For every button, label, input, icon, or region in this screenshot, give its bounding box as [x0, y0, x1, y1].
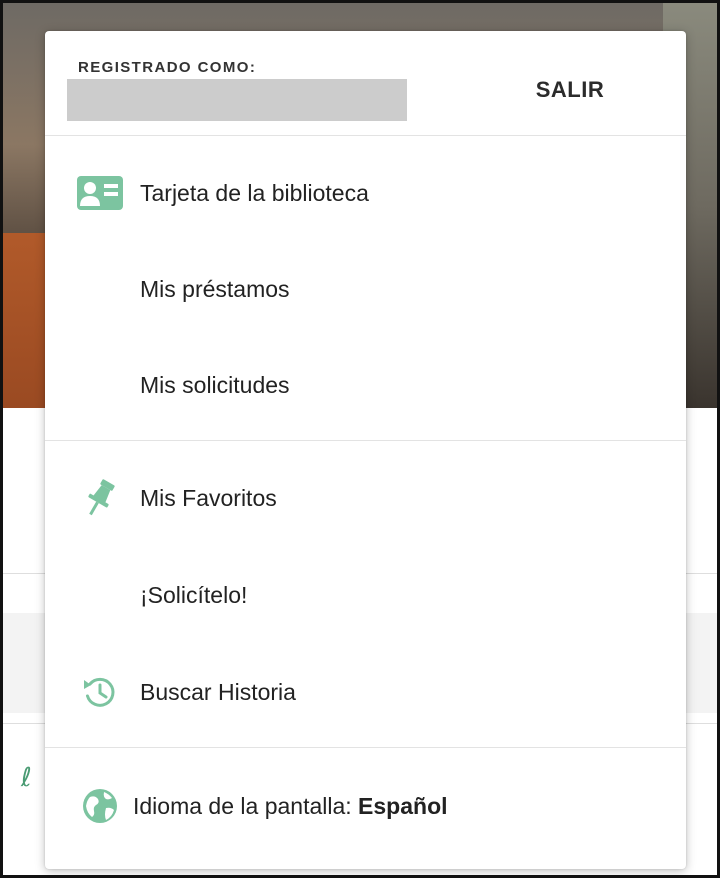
menu-item-my-requests[interactable]: Mis solicitudes	[45, 356, 686, 414]
link-icon: ℓ	[21, 763, 32, 793]
history-icon	[77, 672, 123, 712]
library-card-icon	[77, 173, 123, 213]
menu-item-favorites[interactable]: Mis Favoritos	[45, 469, 686, 527]
menu-item-label: Mis préstamos	[140, 275, 290, 302]
menu-item-label: Tarjeta de la biblioteca	[140, 179, 369, 206]
user-menu-header: REGISTRADO COMO: SALIR	[45, 31, 686, 135]
menu-item-request-it[interactable]: ¡Solicítelo!	[45, 566, 686, 624]
language-prefix: Idioma de la pantalla:	[133, 792, 359, 819]
menu-item-label: Buscar Historia	[140, 678, 296, 705]
screenshot-frame: ℓ REGISTRADO COMO: SALIR Tarjeta de la b…	[0, 0, 720, 878]
menu-item-display-language[interactable]: Idioma de la pantalla: Español	[45, 777, 686, 835]
username-redacted	[67, 79, 407, 121]
language-value: Español	[358, 792, 448, 819]
registered-as-label: REGISTRADO COMO:	[78, 59, 257, 76]
pushpin-icon	[77, 478, 123, 518]
menu-item-label: Mis solicitudes	[140, 371, 290, 398]
menu-item-search-history[interactable]: Buscar Historia	[45, 663, 686, 721]
menu-item-my-loans[interactable]: Mis préstamos	[45, 260, 686, 318]
menu-item-label: Mis Favoritos	[140, 484, 277, 511]
user-menu-dropdown: REGISTRADO COMO: SALIR Tarjeta de la bib…	[45, 31, 686, 869]
menu-item-library-card[interactable]: Tarjeta de la biblioteca	[45, 164, 686, 222]
menu-item-label: Idioma de la pantalla: Español	[133, 793, 448, 820]
menu-divider	[45, 135, 686, 136]
menu-item-label: ¡Solicítelo!	[140, 581, 248, 608]
menu-divider	[45, 440, 686, 441]
menu-divider	[45, 747, 686, 748]
logout-button[interactable]: SALIR	[515, 73, 625, 107]
globe-icon	[77, 786, 123, 826]
